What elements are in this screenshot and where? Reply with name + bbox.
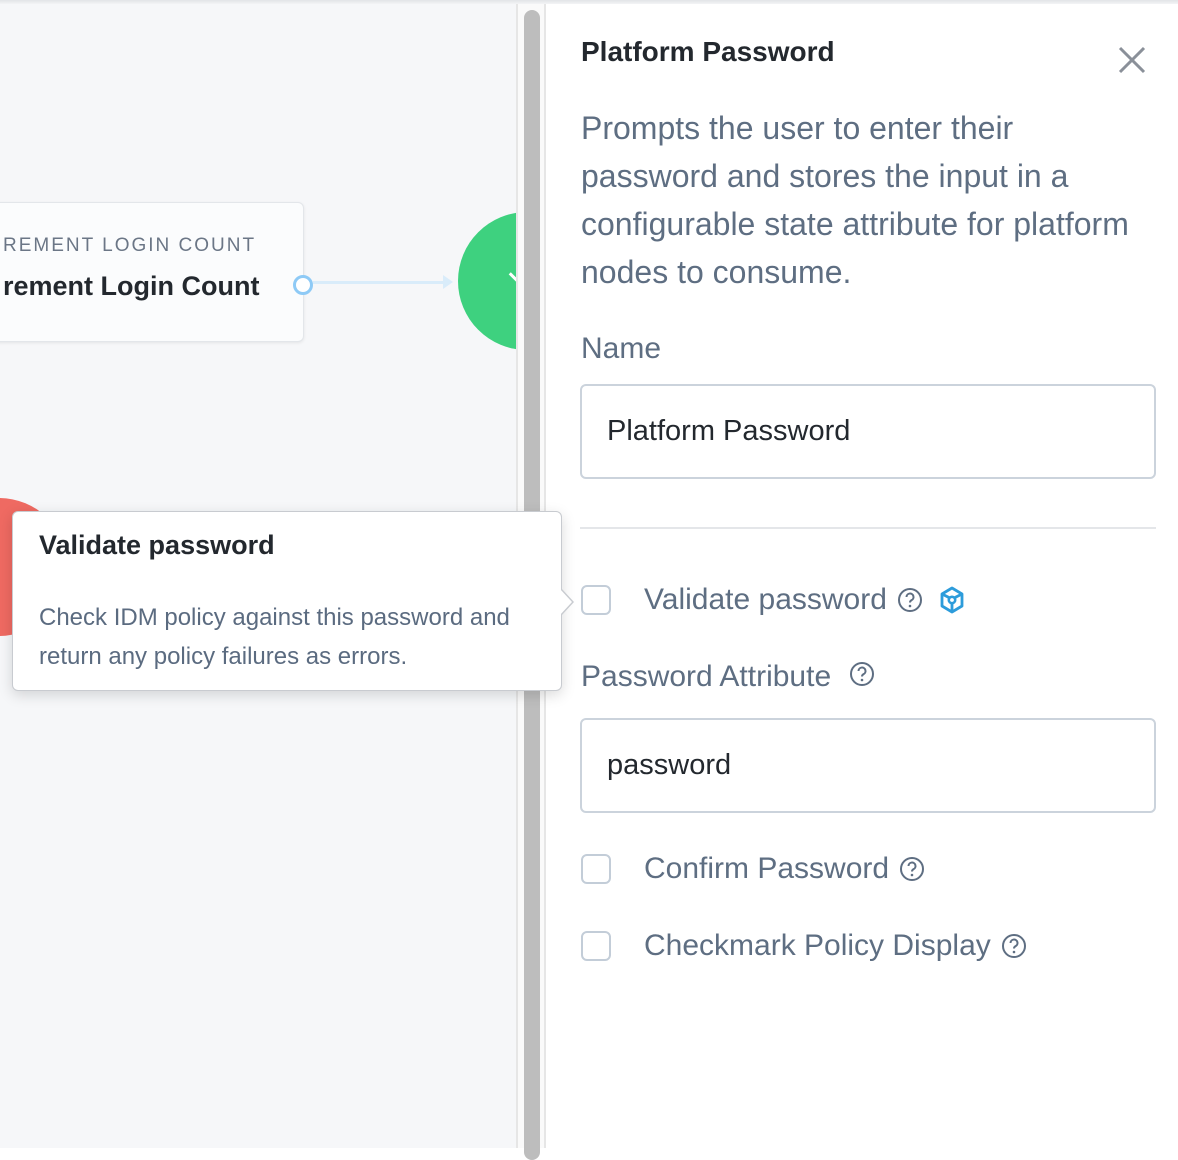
node-title: rement Login Count xyxy=(3,271,260,301)
tooltip-body: Check IDM policy against this password a… xyxy=(39,604,510,670)
section-divider xyxy=(580,527,1156,529)
question-circle-icon[interactable] xyxy=(849,661,875,687)
validate-password-checkbox[interactable] xyxy=(581,585,611,615)
tooltip-title: Validate password xyxy=(39,530,275,560)
password-attribute-label: Password Attribute xyxy=(581,660,832,693)
confirm-password-row: Confirm Password xyxy=(581,851,925,887)
success-node[interactable] xyxy=(458,212,516,350)
checkmark-policy-display-row: Checkmark Policy Display xyxy=(581,928,1027,964)
panel-description: Prompts the user to enter their password… xyxy=(581,110,1129,290)
checkmark-policy-display-checkbox[interactable] xyxy=(581,931,611,961)
check-icon xyxy=(508,272,516,283)
question-circle-icon[interactable] xyxy=(899,856,925,882)
panel-title: Platform Password xyxy=(581,36,835,67)
connector-arrow-icon xyxy=(443,275,453,289)
cube-icon xyxy=(940,586,964,614)
node-output-port[interactable] xyxy=(293,275,313,295)
validate-password-tooltip: Validate password Check IDM policy again… xyxy=(12,511,574,691)
confirm-password-checkbox[interactable] xyxy=(581,854,611,884)
node-type-label: REMENT LOGIN COUNT xyxy=(3,235,257,256)
close-icon xyxy=(1118,46,1146,74)
validate-password-row: Validate password xyxy=(581,582,967,618)
close-button[interactable] xyxy=(1114,42,1150,78)
password-attribute-label-row: Password Attribute xyxy=(581,660,875,694)
name-label: Name xyxy=(581,332,662,365)
question-circle-icon[interactable] xyxy=(897,587,923,613)
name-input[interactable] xyxy=(580,384,1156,479)
checkmark-policy-display-label: Checkmark Policy Display xyxy=(644,929,991,962)
tooltip-arrow xyxy=(560,588,574,616)
password-attribute-input[interactable] xyxy=(580,718,1156,813)
top-border xyxy=(0,0,1178,4)
connector-line xyxy=(313,281,443,284)
question-circle-icon[interactable] xyxy=(1001,933,1027,959)
validate-password-label: Validate password xyxy=(644,583,887,616)
node-properties-panel: Platform Password Prompts the user to en… xyxy=(546,4,1178,1148)
node-increment-login-count[interactable]: REMENT LOGIN COUNT rement Login Count xyxy=(0,202,304,342)
confirm-password-label: Confirm Password xyxy=(644,852,890,885)
